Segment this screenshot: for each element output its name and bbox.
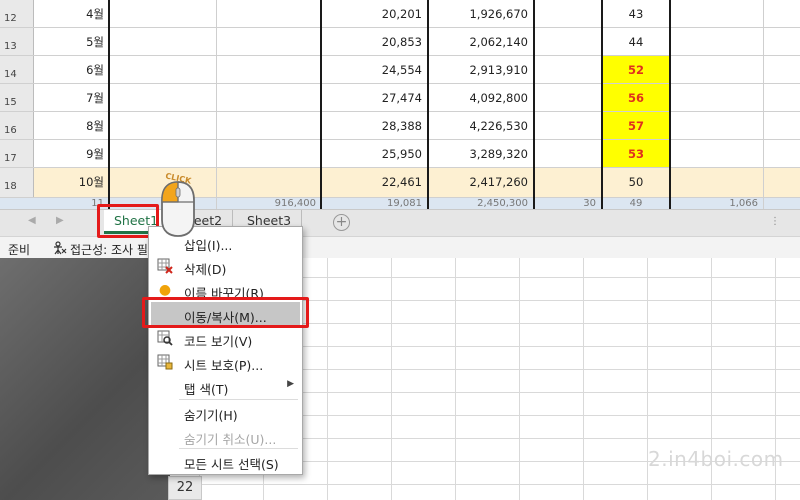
row-header[interactable]: 16 bbox=[0, 112, 34, 139]
tab-splitter-icon[interactable]: ⋮ bbox=[770, 216, 780, 227]
month-cell[interactable]: 7월 bbox=[34, 84, 110, 111]
value-cell[interactable]: 1,066 bbox=[694, 198, 764, 209]
row-header[interactable]: 18 bbox=[0, 168, 34, 197]
menu-item-delete[interactable]: 삭제(D) bbox=[149, 254, 302, 278]
value-cell[interactable]: 44 bbox=[602, 28, 670, 55]
value-cell[interactable]: 49 bbox=[602, 198, 670, 209]
menu-item-unhide: 숨기기 취소(U)... bbox=[184, 432, 277, 447]
value-cell[interactable]: 28,388 bbox=[322, 112, 428, 139]
value-cell[interactable]: 50 bbox=[602, 168, 670, 197]
column-border bbox=[216, 0, 217, 209]
row-header[interactable]: 13 bbox=[0, 28, 34, 55]
column-border bbox=[427, 0, 429, 209]
menu-item-protect-sheet[interactable]: 시트 보호(P)... bbox=[149, 350, 302, 374]
value-cell[interactable]: 27,474 bbox=[322, 84, 428, 111]
month-cell[interactable]: 6월 bbox=[34, 56, 110, 83]
value-cell[interactable]: 20,853 bbox=[322, 28, 428, 55]
menu-item-hide[interactable]: 숨기기(H) bbox=[149, 400, 302, 424]
menu-item-view-code[interactable]: 코드 보기(V) bbox=[149, 326, 302, 350]
table-row: 17 9월 25,950 3,289,320 53 bbox=[0, 140, 800, 168]
mouse-click-icon: CLICK bbox=[158, 170, 198, 238]
background-row-number: 22 bbox=[168, 476, 202, 500]
table-row: 15 7월 27,474 4,092,800 56 bbox=[0, 84, 800, 112]
value-cell[interactable]: 20,201 bbox=[322, 0, 428, 27]
row-header[interactable]: 17 bbox=[0, 140, 34, 167]
row-header[interactable]: 12 bbox=[0, 0, 34, 27]
table-row: 16 8월 28,388 4,226,530 57 bbox=[0, 112, 800, 140]
highlighted-value-cell[interactable]: 56 bbox=[602, 84, 670, 111]
highlighted-value-cell[interactable]: 52 bbox=[602, 56, 670, 83]
column-border bbox=[763, 0, 764, 209]
add-sheet-button[interactable]: + bbox=[333, 214, 350, 231]
scroll-left-icon[interactable]: ◀ bbox=[28, 215, 36, 226]
value-cell[interactable]: 43 bbox=[602, 0, 670, 27]
submenu-arrow-icon: ▶ bbox=[287, 379, 294, 389]
column-border bbox=[533, 0, 535, 209]
column-border bbox=[320, 0, 322, 209]
column-border bbox=[601, 0, 603, 209]
view-code-icon bbox=[157, 330, 173, 346]
row-header[interactable]: 14 bbox=[0, 56, 34, 83]
value-cell[interactable]: 3,289,320 bbox=[428, 140, 534, 167]
value-cell[interactable]: 19,081 bbox=[322, 198, 428, 209]
status-bar: 준비 접근성: 조사 필 bbox=[0, 236, 800, 258]
column-border bbox=[669, 0, 671, 209]
value-cell[interactable]: 4,226,530 bbox=[428, 112, 534, 139]
value-cell[interactable]: 25,950 bbox=[322, 140, 428, 167]
desktop-background bbox=[0, 258, 170, 500]
accessibility-status[interactable]: 접근성: 조사 필 bbox=[70, 241, 148, 258]
sheet-context-menu: 삽입(I)... 삭제(D) ● 이름 바꾸기(R) 이동/복사(M)... 코… bbox=[148, 226, 303, 475]
accessibility-icon[interactable] bbox=[52, 241, 67, 258]
month-cell[interactable]: 5월 bbox=[34, 28, 110, 55]
value-cell[interactable]: 30 bbox=[534, 198, 602, 209]
table-row: 13 5월 20,853 2,062,140 44 bbox=[0, 28, 800, 56]
table-row: 12 4월 20,201 1,926,670 43 bbox=[0, 0, 800, 28]
month-cell[interactable]: 9월 bbox=[34, 140, 110, 167]
column-border bbox=[108, 0, 110, 209]
table-row: 14 6월 24,554 2,913,910 52 bbox=[0, 56, 800, 84]
value-cell[interactable]: 2,913,910 bbox=[428, 56, 534, 83]
scroll-right-icon[interactable]: ▶ bbox=[56, 215, 64, 226]
menu-item-select-all-sheets[interactable]: 모든 시트 선택(S) bbox=[149, 449, 302, 473]
month-cell[interactable]: 10월 bbox=[34, 168, 110, 197]
row-header[interactable]: 15 bbox=[0, 84, 34, 111]
month-cell[interactable]: 4월 bbox=[34, 0, 110, 27]
value-cell[interactable]: 2,062,140 bbox=[428, 28, 534, 55]
value-cell[interactable]: 2,417,260 bbox=[428, 168, 534, 197]
value-cell[interactable]: 916,400 bbox=[216, 198, 322, 209]
worksheet-grid: 12 4월 20,201 1,926,670 43 13 5월 20,853 2… bbox=[0, 0, 800, 209]
value-cell[interactable]: 2,450,300 bbox=[428, 198, 534, 209]
value-cell[interactable]: 22,461 bbox=[322, 168, 428, 197]
status-ready: 준비 bbox=[8, 243, 31, 257]
highlighted-value-cell[interactable]: 57 bbox=[602, 112, 670, 139]
move-copy-highlight-box bbox=[142, 297, 309, 328]
highlighted-value-cell[interactable]: 53 bbox=[602, 140, 670, 167]
value-cell[interactable]: 1,926,670 bbox=[428, 0, 534, 27]
delete-sheet-icon bbox=[157, 258, 173, 274]
value-cell[interactable]: 4,092,800 bbox=[428, 84, 534, 111]
rename-dot-icon: ● bbox=[158, 282, 172, 298]
month-cell[interactable]: 8월 bbox=[34, 112, 110, 139]
table-row: 18 10월 22,461 2,417,260 50 bbox=[0, 168, 800, 198]
protect-sheet-icon bbox=[157, 354, 173, 370]
menu-item-tab-color[interactable]: 탭 색(T) ▶ bbox=[149, 374, 302, 398]
watermark: 2.in4boi.com bbox=[648, 447, 784, 471]
value-cell[interactable]: 24,554 bbox=[322, 56, 428, 83]
